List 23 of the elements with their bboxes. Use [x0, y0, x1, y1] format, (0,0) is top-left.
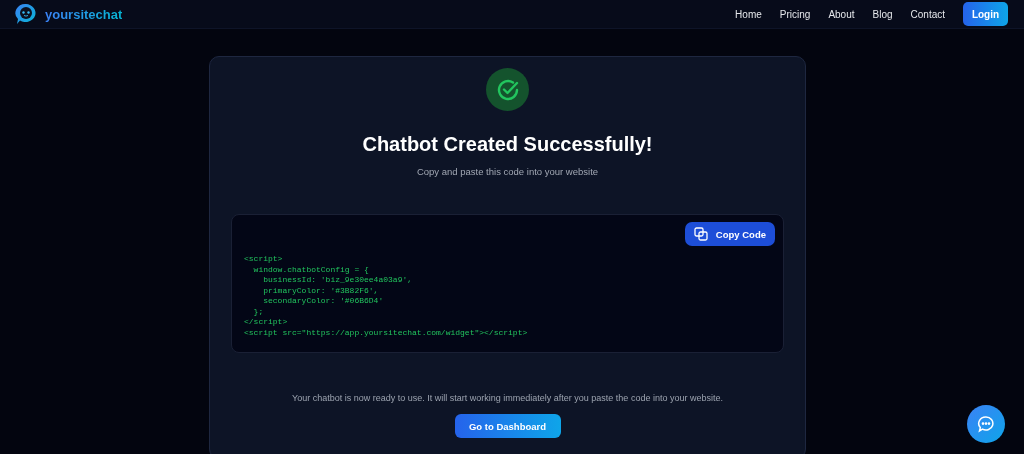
success-title: Chatbot Created Successfully! [362, 133, 653, 156]
copy-code-button[interactable]: Copy Code [684, 222, 775, 246]
code-line: }; [252, 306, 265, 317]
code-line: <script src="https://app.yoursitechat.com/widget"></script> [244, 327, 529, 338]
code-line: primaryColor: '#3B82F6', [262, 285, 380, 296]
ready-note: Your chatbot is now ready to use. It will start working immediately after you paste the code into your website. [292, 393, 723, 403]
copy-icon [693, 227, 708, 241]
code-line: window.chatbotConfig = { [252, 264, 370, 275]
success-check-icon [486, 68, 529, 111]
chat-launcher-button[interactable] [967, 405, 1005, 443]
dashboard-button[interactable]: Go to Dashboard [454, 414, 561, 438]
nav-link[interactable]: Blog [872, 8, 893, 20]
code-line: businessId: 'biz_9e30ee4a03a9', [262, 275, 414, 286]
nav-link[interactable]: Pricing [779, 8, 811, 20]
nav-link[interactable]: Contact [910, 8, 945, 20]
instruction-text: Copy and paste this code into your website [416, 166, 599, 177]
nav-link[interactable]: About [828, 8, 855, 20]
nav-link[interactable]: Home [735, 8, 762, 20]
chat-bubble-icon [977, 415, 995, 433]
code-line: secondaryColor: '#06B6D4' [262, 296, 385, 307]
code-line: </script> [244, 317, 289, 328]
code-line: <script> [244, 254, 284, 265]
login-button[interactable]: Login [963, 2, 1008, 26]
